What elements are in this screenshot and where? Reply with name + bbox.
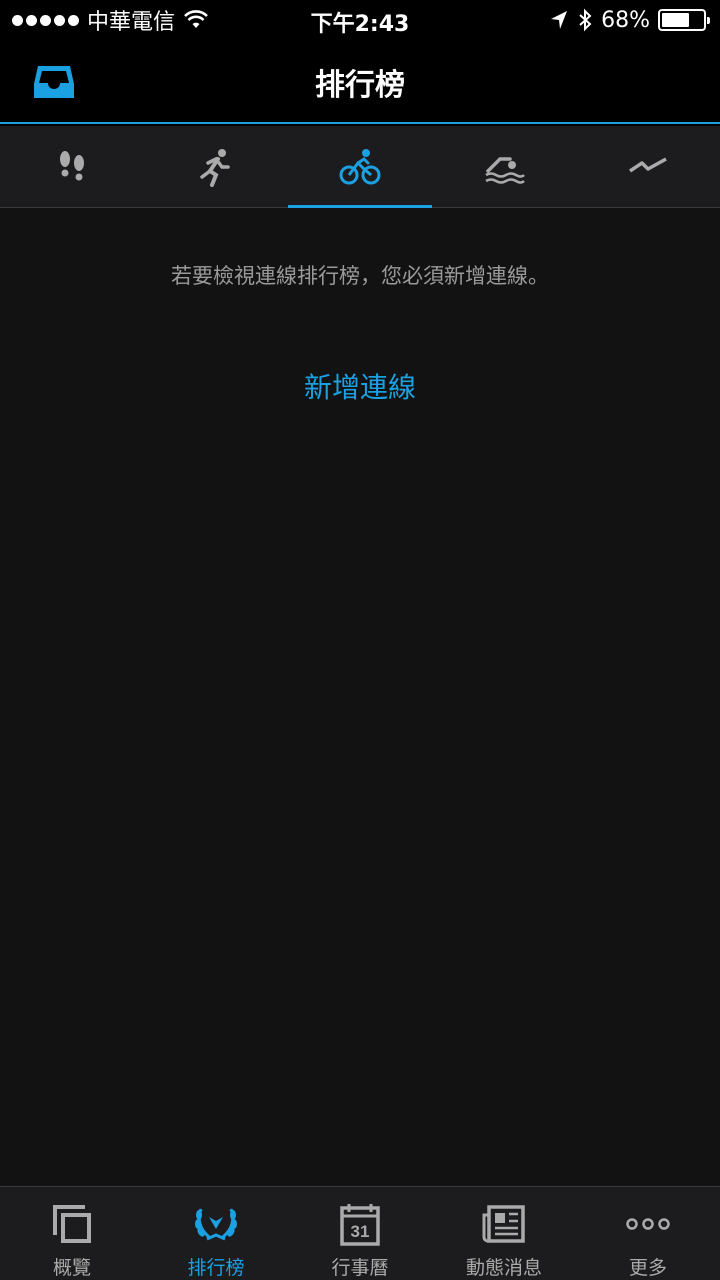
battery-level xyxy=(662,13,690,27)
connection-required-message: 若要檢視連線排行榜，您必須新增連線。 xyxy=(171,264,549,288)
calendar-date-text: 31 xyxy=(351,1222,370,1241)
add-connection-link[interactable]: 新增連線 xyxy=(0,366,720,406)
tab-steps[interactable] xyxy=(0,126,144,207)
page-title: 排行榜 xyxy=(315,68,405,103)
tab-overview[interactable]: 概覽 xyxy=(0,1187,144,1280)
swimming-icon xyxy=(485,156,525,184)
tab-label: 行事曆 xyxy=(331,1257,389,1279)
bottom-tab-bar: 概覽 排行榜 31 行事曆 動態消息 更多 xyxy=(0,1186,720,1280)
tab-label: 排行榜 xyxy=(187,1257,245,1279)
running-icon xyxy=(200,148,230,187)
navigation-bar: 排行榜 xyxy=(0,40,720,124)
bluetooth-icon xyxy=(579,8,592,32)
tab-label: 概覽 xyxy=(52,1257,91,1279)
tab-running[interactable] xyxy=(144,126,288,207)
status-right: 68% xyxy=(549,6,710,34)
tab-news-feed[interactable]: 動態消息 xyxy=(432,1187,576,1280)
status-bar: 中華電信 下午2:43 68% xyxy=(0,0,720,40)
leaderboard-content: 若要檢視連線排行榜，您必須新增連線。 新增連線 xyxy=(0,208,720,1186)
tab-swimming[interactable] xyxy=(432,126,576,207)
overview-icon xyxy=(53,1205,91,1243)
cycling-icon xyxy=(339,148,381,184)
newspaper-icon xyxy=(482,1205,525,1243)
footsteps-icon xyxy=(60,150,84,180)
tab-calendar[interactable]: 31 行事曆 xyxy=(288,1187,432,1280)
laurel-icon xyxy=(195,1208,237,1241)
tab-label: 動態消息 xyxy=(465,1257,542,1279)
battery-icon xyxy=(658,9,710,31)
more-icon xyxy=(626,1218,670,1230)
activity-tab-strip xyxy=(0,126,720,208)
tab-label: 更多 xyxy=(628,1257,667,1279)
activity-icon xyxy=(629,156,667,172)
calendar-icon: 31 xyxy=(340,1204,380,1246)
tab-cycling[interactable] xyxy=(288,126,432,208)
tab-activity[interactable] xyxy=(576,126,720,207)
location-arrow-icon xyxy=(551,11,568,29)
tab-leaderboard[interactable]: 排行榜 xyxy=(144,1187,288,1280)
battery-percent: 68% xyxy=(601,7,650,33)
tab-more[interactable]: 更多 xyxy=(576,1187,720,1280)
